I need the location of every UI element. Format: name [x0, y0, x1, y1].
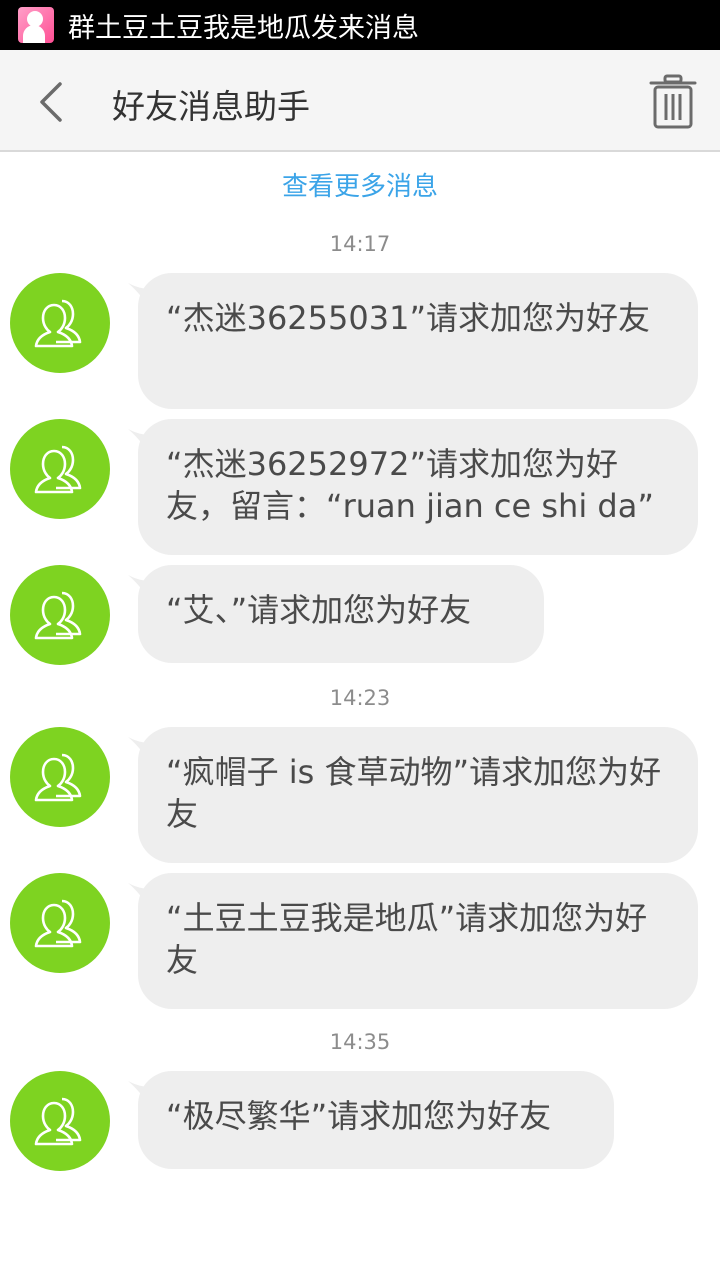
message-bubble[interactable]: “土豆土豆我是地瓜”请求加您为好友	[138, 873, 698, 1009]
user-silhouette-icon	[34, 591, 82, 640]
header-bar: 好友消息助手	[0, 50, 720, 152]
view-more-messages-link[interactable]: 查看更多消息	[0, 166, 720, 203]
chevron-left-icon	[40, 82, 62, 122]
delete-button[interactable]	[645, 72, 701, 132]
message-bubble[interactable]: “杰迷36255031”请求加您为好友	[138, 273, 698, 409]
avatar[interactable]	[10, 1071, 110, 1171]
page-title: 好友消息助手	[112, 87, 310, 126]
notification-bar[interactable]: 群土豆土豆我是地瓜发来消息	[0, 0, 720, 50]
time-label: 14:23	[329, 686, 391, 710]
notification-text: 群土豆土豆我是地瓜发来消息	[68, 12, 419, 44]
trash-icon	[649, 74, 697, 129]
back-button[interactable]	[26, 76, 78, 128]
message-bubble[interactable]: “艾、”请求加您为好友	[138, 565, 544, 663]
user-silhouette-icon	[34, 1097, 82, 1146]
avatar[interactable]	[10, 873, 110, 973]
user-silhouette-icon	[34, 445, 82, 494]
message-bubble[interactable]: “杰迷36252972”请求加您为好友，留言：“ruan jian ce shi…	[138, 419, 698, 555]
avatar[interactable]	[10, 565, 110, 665]
avatar[interactable]	[10, 419, 110, 519]
avatar[interactable]	[10, 273, 110, 373]
user-silhouette-icon	[34, 299, 82, 348]
user-silhouette-icon	[34, 753, 82, 802]
message-bubble[interactable]: “极尽繁华”请求加您为好友	[138, 1071, 614, 1169]
message-bubble[interactable]: “疯帽子 is 食草动物”请求加您为好友	[138, 727, 698, 863]
avatar[interactable]	[10, 727, 110, 827]
time-label: 14:35	[329, 1030, 391, 1054]
message-list[interactable]: 查看更多消息 14:17 “杰迷36255031”请求加您为好友 “杰迷3625…	[0, 152, 720, 1280]
app-avatar-icon	[18, 7, 54, 43]
time-label: 14:17	[329, 232, 391, 256]
user-silhouette-icon	[34, 899, 82, 948]
